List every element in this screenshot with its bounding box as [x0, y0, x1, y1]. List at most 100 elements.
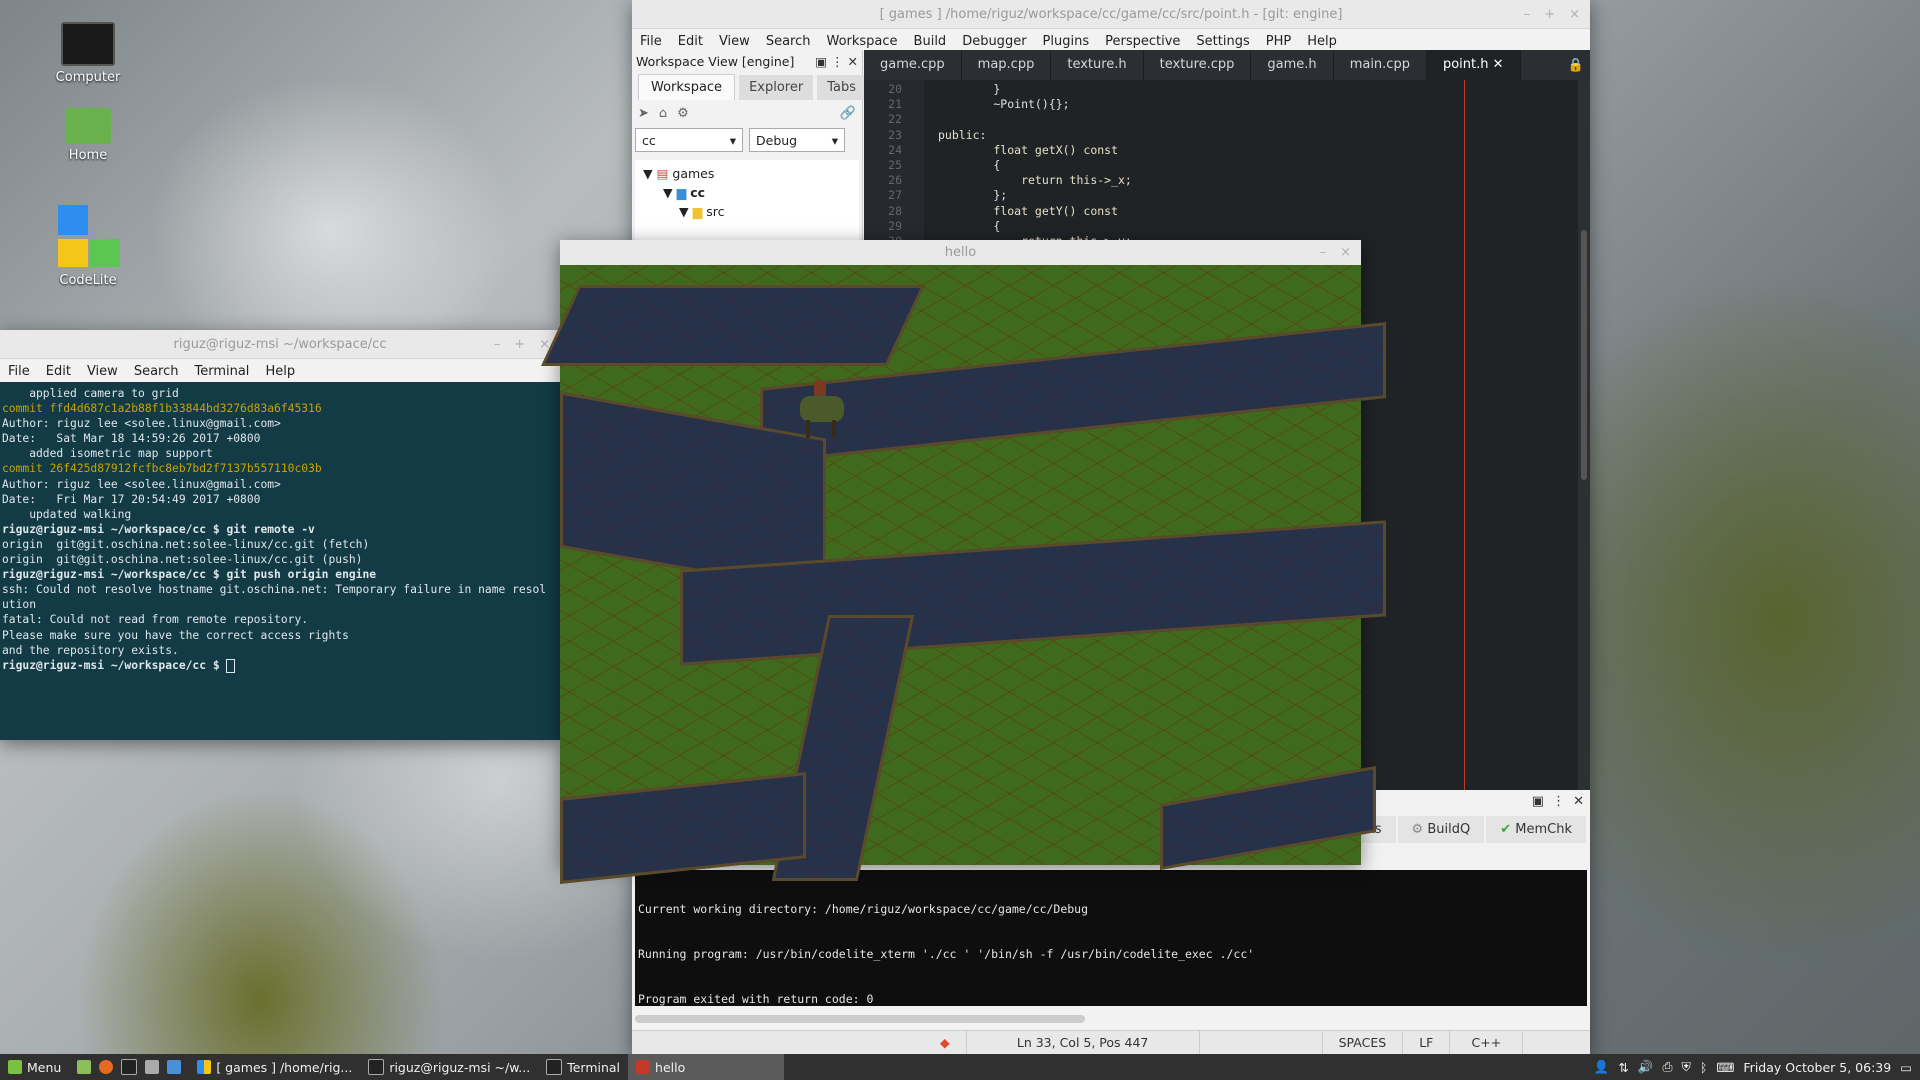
- output-console[interactable]: Current working directory: /home/riguz/w…: [635, 870, 1587, 1006]
- taskbar-window-terminal-2[interactable]: Terminal: [538, 1054, 628, 1080]
- notifications-icon[interactable]: ▭: [1900, 1060, 1912, 1075]
- taskbar-window-hello[interactable]: hello: [628, 1054, 785, 1080]
- close-panel-icon[interactable]: ✕: [848, 54, 858, 69]
- menu-help[interactable]: Help: [1299, 34, 1345, 49]
- close-icon[interactable]: ×: [1569, 7, 1580, 22]
- expand-arrow-icon: ▼: [679, 204, 689, 219]
- menu-view[interactable]: View: [711, 34, 758, 49]
- send-icon[interactable]: ➤: [638, 106, 649, 121]
- tab-tabs[interactable]: Tabs: [817, 75, 866, 100]
- maximize-icon[interactable]: +: [514, 337, 525, 352]
- detach-icon[interactable]: ▣: [815, 54, 827, 69]
- desktop-icon-label: Computer: [55, 70, 121, 85]
- menu-view[interactable]: View: [79, 364, 126, 379]
- files-icon[interactable]: [145, 1060, 160, 1074]
- minimize-icon[interactable]: –: [1524, 7, 1531, 22]
- configuration-select[interactable]: Debug ▾: [749, 128, 845, 152]
- lock-icon[interactable]: 🔒: [1562, 58, 1590, 73]
- editor-tab[interactable]: texture.h: [1051, 50, 1144, 80]
- gear-icon[interactable]: ⚙: [677, 106, 689, 121]
- project-select[interactable]: cc ▾: [635, 128, 743, 152]
- build-icon: ⚙: [1411, 821, 1424, 837]
- menu-settings[interactable]: Settings: [1188, 34, 1257, 49]
- minimize-icon[interactable]: –: [494, 337, 501, 352]
- chevron-down-icon: ▾: [729, 132, 736, 148]
- desktop-icon-codelite[interactable]: CodeLite: [33, 205, 143, 288]
- volume-icon[interactable]: 🔊: [1638, 1059, 1654, 1075]
- terminal-output[interactable]: applied camera to grid commit ffd4d687c1a…: [0, 382, 560, 740]
- tab-memchk[interactable]: ✔ MemChk: [1486, 815, 1586, 843]
- editor-tab[interactable]: texture.cpp: [1144, 50, 1252, 80]
- editor-scrollbar[interactable]: [1578, 80, 1590, 790]
- terminal-line: applied camera to grid: [2, 387, 179, 400]
- menu-edit[interactable]: Edit: [670, 34, 711, 49]
- menu-file[interactable]: File: [0, 364, 38, 379]
- network-icon[interactable]: ⇅: [1618, 1060, 1628, 1075]
- close-panel-icon[interactable]: ✕: [1573, 794, 1584, 809]
- bluetooth-icon[interactable]: ᛒ: [1700, 1060, 1708, 1075]
- start-menu-button[interactable]: Menu: [0, 1054, 69, 1080]
- editor-tab[interactable]: main.cpp: [1334, 50, 1427, 80]
- keyboard-icon[interactable]: ⌨: [1716, 1060, 1734, 1075]
- game-canvas[interactable]: [541, 265, 1386, 884]
- more-icon[interactable]: ⋮: [1552, 794, 1565, 809]
- hello-titlebar[interactable]: hello – ×: [560, 240, 1361, 266]
- screenshot-icon[interactable]: [167, 1060, 182, 1074]
- menu-php[interactable]: PHP: [1258, 34, 1299, 49]
- show-desktop-icon[interactable]: [77, 1060, 92, 1074]
- printer-icon[interactable]: ⎙: [1662, 1059, 1672, 1075]
- codelite-titlebar[interactable]: [ games ] /home/riguz/workspace/cc/game/…: [632, 0, 1590, 29]
- editor-tab[interactable]: game.h: [1251, 50, 1334, 80]
- tree-node-src[interactable]: ▼ ▆ src: [635, 202, 859, 221]
- taskbar-window-terminal[interactable]: riguz@riguz-msi ~/w...: [360, 1054, 538, 1080]
- language-mode[interactable]: C++: [1450, 1031, 1524, 1055]
- menu-edit[interactable]: Edit: [38, 364, 79, 379]
- close-icon[interactable]: ×: [1340, 245, 1351, 260]
- maximize-icon[interactable]: +: [1544, 7, 1555, 22]
- tree-node-games[interactable]: ▼ ▤ games: [635, 164, 859, 183]
- tree-node-cc[interactable]: ▼ ▆ cc: [635, 183, 859, 202]
- terminal-icon[interactable]: [121, 1059, 138, 1075]
- clock[interactable]: Friday October 5, 06:39: [1743, 1060, 1891, 1075]
- menu-plugins[interactable]: Plugins: [1035, 34, 1098, 49]
- close-tab-icon[interactable]: ✕: [1493, 57, 1504, 72]
- firefox-icon[interactable]: [99, 1060, 114, 1074]
- horizontal-scrollbar[interactable]: [635, 1015, 1085, 1023]
- desktop-icon-computer[interactable]: Computer: [33, 22, 143, 85]
- editor-tab-active[interactable]: point.h ✕: [1426, 50, 1521, 80]
- eol-mode[interactable]: LF: [1403, 1031, 1451, 1055]
- terminal-line: origin git@git.oschina.net:solee-linux/c…: [2, 537, 370, 551]
- detach-icon[interactable]: ▣: [1532, 794, 1544, 809]
- menu-build[interactable]: Build: [906, 34, 955, 49]
- git-icon[interactable]: ◆: [924, 1031, 967, 1055]
- menu-help[interactable]: Help: [257, 364, 303, 379]
- shield-icon[interactable]: ⛨: [1681, 1059, 1690, 1075]
- tab-workspace[interactable]: Workspace: [638, 74, 736, 100]
- tree-label: src: [706, 204, 725, 219]
- menu-search[interactable]: Search: [758, 34, 819, 49]
- menu-debugger[interactable]: Debugger: [954, 34, 1034, 49]
- tab-buildq[interactable]: ⚙ BuildQ: [1397, 815, 1485, 843]
- tab-explorer[interactable]: Explorer: [739, 75, 814, 100]
- project-folder-icon: ▆: [676, 185, 687, 200]
- terminal-titlebar[interactable]: riguz@riguz-msi ~/workspace/cc – + ×: [0, 330, 560, 359]
- menu-workspace[interactable]: Workspace: [818, 34, 905, 49]
- minimize-icon[interactable]: –: [1320, 245, 1327, 260]
- menu-file[interactable]: File: [632, 34, 670, 49]
- quick-launch: [69, 1054, 189, 1080]
- indent-mode[interactable]: SPACES: [1323, 1031, 1404, 1055]
- menu-search[interactable]: Search: [126, 364, 187, 379]
- user-icon[interactable]: 👤: [1594, 1059, 1610, 1075]
- editor-tab[interactable]: game.cpp: [864, 50, 962, 80]
- taskbar: Menu [ games ] /home/rig... riguz@riguz-…: [0, 1054, 1920, 1080]
- menu-perspective[interactable]: Perspective: [1097, 34, 1188, 49]
- desktop-icon-home[interactable]: Home: [33, 108, 143, 163]
- link-editor-icon[interactable]: 🔗: [840, 106, 856, 121]
- taskbar-window-codelite[interactable]: [ games ] /home/rig...: [189, 1054, 360, 1080]
- editor-tab[interactable]: map.cpp: [962, 50, 1052, 80]
- more-icon[interactable]: ⋮: [831, 54, 844, 69]
- menu-terminal[interactable]: Terminal: [186, 364, 257, 379]
- terminal-line: fatal: Could not read from remote reposi…: [2, 613, 309, 627]
- monitor-icon: [61, 22, 115, 66]
- home-icon[interactable]: ⌂: [659, 106, 667, 121]
